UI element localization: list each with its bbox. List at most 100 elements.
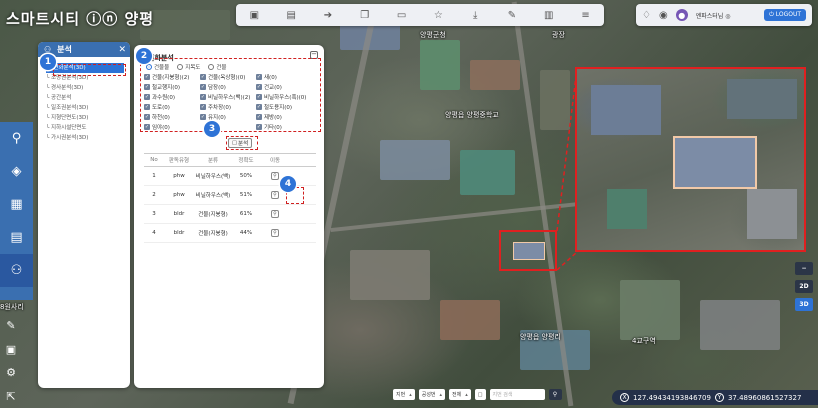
map-label: 양평읍 양평중학교 <box>445 111 499 119</box>
step-badge-3: 3 <box>204 121 220 137</box>
avatar[interactable]: ● <box>675 9 688 21</box>
search-input[interactable]: 지번 검색 <box>489 389 545 400</box>
step-badge-2: 2 <box>136 48 152 64</box>
user-name[interactable]: 엔파스터님 ◎ <box>696 11 731 20</box>
analysis-menu-title: 분석 <box>57 45 72 54</box>
analysis-rail-icon[interactable]: ⚇ <box>0 254 33 287</box>
cell-accuracy: 44% <box>239 230 253 236</box>
edit-icon[interactable]: ✎ <box>1 316 21 336</box>
locate-icon[interactable]: ⚲ <box>271 229 279 237</box>
map-building <box>440 300 500 340</box>
download-icon[interactable]: ⤓ <box>467 7 483 23</box>
bell-icon[interactable]: ♢ <box>642 10 651 21</box>
table-row[interactable]: 4 bldr 건물(지붕형) 44% ⚲ <box>144 224 316 243</box>
lot-type-select[interactable]: 지번 ▴ <box>393 389 415 400</box>
close-icon[interactable]: ✕ <box>118 45 126 55</box>
cell-accuracy: 61% <box>239 211 253 217</box>
settings-icon[interactable]: ⚙ <box>1 363 21 383</box>
table-header: No 판독유형 분류 정확도 이동 <box>144 153 316 167</box>
menu-item-spatial[interactable]: └ 공간분석 <box>46 93 130 103</box>
bookmark-icon[interactable]: ▥ <box>541 7 557 23</box>
annotation-box-2 <box>140 58 321 132</box>
menu-item-sunlight[interactable]: └ 일조권분석(3D) <box>46 103 130 113</box>
search-icon[interactable]: ⚲ <box>0 122 33 155</box>
export-icon[interactable]: ➔ <box>320 7 336 23</box>
select-value: 전체 <box>452 392 462 398</box>
map-rail-icon[interactable]: ▦ <box>0 188 33 221</box>
menu-item-terrain[interactable]: └ 지형단면도(3D) <box>46 113 130 123</box>
layers-rail-icon[interactable]: ◈ <box>0 155 33 188</box>
checkbox-icon: □ <box>477 391 483 398</box>
cell-type: bldr <box>173 211 185 217</box>
scope-select[interactable]: 전체 ▴ <box>449 389 471 400</box>
chevron-up-icon: ▴ <box>409 391 412 398</box>
map-label: 광장 <box>552 31 565 39</box>
image-icon[interactable]: ▭ <box>394 7 410 23</box>
left-tool-rail: ✎ ▣ ⚙ ⇱ <box>0 316 22 406</box>
cell-class: 비닐하우스(백) <box>195 193 231 199</box>
draw-icon[interactable]: ✎ <box>504 7 520 23</box>
cell-type: bldr <box>173 230 185 236</box>
copy-icon[interactable]: ❐ <box>357 7 373 23</box>
x-coordinate: 127.49434193846709 <box>633 393 711 402</box>
menu-item-underground[interactable]: └ 지하시설단면도 <box>46 123 130 133</box>
cell-no: 3 <box>152 211 156 217</box>
target-building <box>513 242 545 260</box>
locate-icon[interactable]: ⚲ <box>271 191 279 199</box>
ruler-icon[interactable]: ≡ <box>578 7 594 23</box>
star-icon[interactable]: ☆ <box>430 7 446 23</box>
map-building <box>700 300 780 350</box>
locate-icon[interactable]: ⚲ <box>271 172 279 180</box>
inset-building <box>591 85 661 135</box>
layers-icon[interactable]: ▣ <box>246 7 262 23</box>
export-rail-icon[interactable]: ⇱ <box>1 387 21 407</box>
menu-item-slope[interactable]: └ 경사분석(3D) <box>46 83 130 93</box>
search-icon: ⚲ <box>552 391 558 398</box>
view-3d-button[interactable]: 3D <box>795 298 813 311</box>
map-building <box>350 250 430 300</box>
cell-type: phw <box>173 173 185 179</box>
app-logo[interactable]: 스마트시티 ⓘⓝ 양평 <box>6 8 154 29</box>
map-label: 8원사리 <box>0 303 24 311</box>
inset-building <box>607 189 647 229</box>
cell-accuracy: 50% <box>239 173 253 179</box>
column-header: 분류 <box>207 158 219 164</box>
target-highlight-box <box>499 230 557 271</box>
column-header: 이동 <box>269 158 281 164</box>
map-building <box>380 140 450 180</box>
cell-type: phw <box>173 192 185 198</box>
annotation-box-3 <box>226 136 258 150</box>
cell-no: 4 <box>152 230 156 236</box>
column-header: No <box>150 157 158 163</box>
logout-button[interactable]: ⏻ LOGOUT <box>764 9 806 21</box>
inset-building <box>727 79 797 119</box>
region-select[interactable]: 공성번 ▴ <box>418 389 446 400</box>
map-label: 양평읍 양평리 <box>520 333 561 341</box>
locate-icon[interactable]: ⚲ <box>271 210 279 218</box>
mountain-checkbox[interactable]: □ <box>474 389 486 400</box>
step-badge-4: 4 <box>280 176 296 192</box>
panel-icon[interactable]: ▣ <box>1 340 21 360</box>
chat-icon[interactable]: ◉ <box>659 10 668 21</box>
logout-label: LOGOUT <box>775 11 801 18</box>
map-building <box>470 60 520 90</box>
annotation-box-1 <box>53 64 126 76</box>
map-building <box>460 150 515 195</box>
menu-item-visibility[interactable]: └ 가시권분석(3D) <box>46 133 130 143</box>
map-label: 4교구역 <box>632 337 656 345</box>
search-button[interactable]: ⚲ <box>548 389 562 400</box>
x-coord-icon: X <box>620 393 629 402</box>
document-icon[interactable]: ▤ <box>283 7 299 23</box>
map-toolbar: ▣ ▤ ➔ ❐ ▭ ☆ ⤓ ✎ ▥ ≡ <box>236 4 604 26</box>
cell-class: 비닐하우스(백) <box>195 174 231 180</box>
document-rail-icon[interactable]: ▤ <box>0 221 33 254</box>
inset-building <box>747 189 797 239</box>
cell-no: 2 <box>152 192 156 198</box>
zoom-out-button[interactable]: − <box>795 262 813 275</box>
view-2d-button[interactable]: 2D <box>795 280 813 293</box>
power-icon: ⏻ <box>769 11 776 18</box>
table-row[interactable]: 3 bldr 건물(지붕형) 61% ⚲ <box>144 205 316 224</box>
y-coordinate: 37.48960861527327 <box>727 393 802 402</box>
chevron-up-icon: ▴ <box>465 391 468 398</box>
cell-class: 건물(지붕형) <box>198 212 228 218</box>
